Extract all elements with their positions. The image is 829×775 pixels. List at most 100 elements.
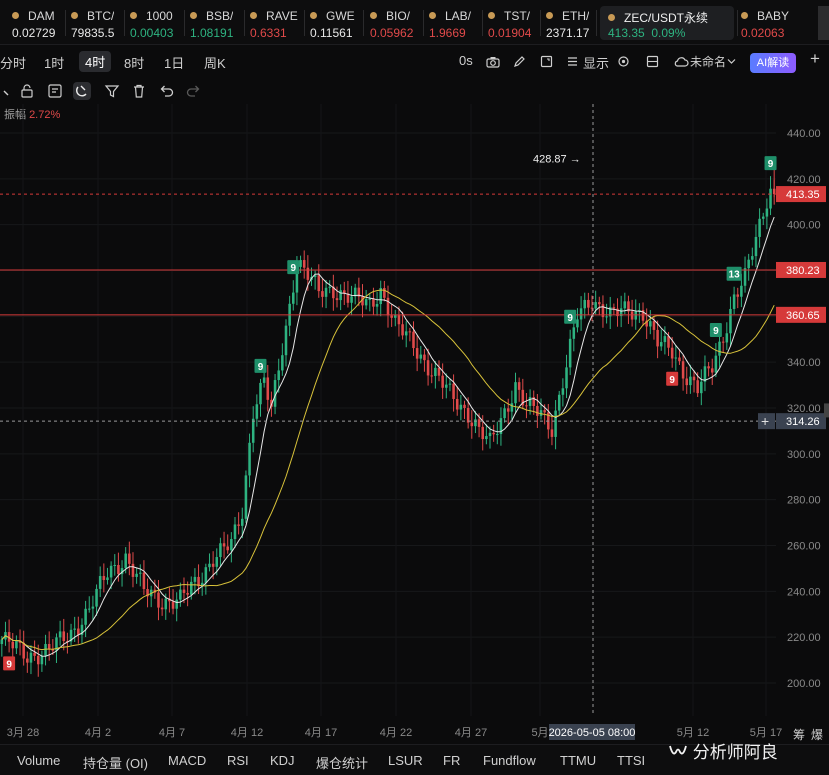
candle-body (623, 301, 627, 309)
filter-icon[interactable] (103, 82, 121, 100)
candle-body (594, 302, 597, 309)
coin-icon (370, 12, 377, 19)
display-icon[interactable] (566, 55, 579, 68)
candle-body (157, 592, 160, 608)
ticker-symbol: 1000 (130, 9, 173, 23)
tab-timeframe-8h[interactable]: 8时 (124, 53, 144, 72)
chart-canvas[interactable]: 200.00220.00240.00260.00280.00300.00320.… (0, 104, 829, 744)
candle-body (222, 543, 226, 547)
high-price-annotation: 428.87 → (533, 154, 581, 166)
candle-body (670, 347, 674, 359)
tab-volume[interactable]: Volume (17, 753, 60, 768)
magnet-icon[interactable] (73, 82, 91, 100)
tab-timeframe-line[interactable]: 分时 (0, 53, 26, 72)
lock-icon[interactable] (18, 82, 36, 100)
tab-ttsi[interactable]: TTSI (617, 753, 645, 768)
watermark-text: 分析师阿良 (692, 743, 778, 762)
tab-rsi[interactable]: RSI (227, 753, 249, 768)
layout-name[interactable]: 未命名 (690, 53, 726, 70)
pencil-icon[interactable] (513, 55, 526, 68)
layout-icon[interactable] (646, 55, 659, 68)
cursor-icon[interactable] (0, 82, 18, 100)
cloud-icon[interactable] (673, 56, 689, 68)
candlestick-chart[interactable]: 振幅 2.72% 200.00 220.00 240.00 260.00 280.00 3… (0, 104, 829, 744)
ticker-price: 0.6331 (250, 26, 287, 40)
chevron-down-icon[interactable] (727, 58, 736, 65)
x-tick-label: 4月 27 (455, 727, 487, 739)
camera-icon[interactable] (486, 56, 500, 68)
tab-timeframe-week[interactable]: 周K (204, 53, 226, 72)
ticker-separator (124, 10, 125, 36)
candle-body (29, 652, 33, 663)
x-tick-label: 5月 (531, 727, 548, 739)
candle-body (481, 426, 484, 440)
candle-body (758, 218, 761, 237)
tab-macd[interactable]: MACD (168, 753, 206, 768)
candle-body (506, 408, 510, 412)
coin-icon (130, 12, 137, 19)
tab-timeframe-4h[interactable]: 4时 (79, 51, 112, 72)
candle-body (237, 524, 240, 526)
candle-body (539, 410, 543, 416)
svg-text:360.65: 360.65 (786, 310, 820, 322)
ticker-active[interactable]: ZEC/USDT永续 413.35 0.09% (600, 6, 734, 40)
candle-body (718, 341, 721, 356)
candle-body (98, 576, 102, 589)
candle-body (667, 336, 670, 348)
tab-liquidation-stats[interactable]: 爆仓统计 (316, 753, 368, 772)
settings-icon[interactable] (617, 55, 630, 68)
ticker-symbol: BABY (741, 9, 789, 23)
expand-icon[interactable] (540, 55, 553, 68)
candle-body (186, 592, 189, 595)
display-label[interactable]: 显示 (583, 53, 609, 72)
candle-body (15, 640, 18, 649)
candle-body (470, 422, 474, 427)
add-button[interactable]: + (810, 49, 820, 69)
candle-body (324, 287, 328, 297)
candle-body (412, 331, 415, 349)
candle-body (189, 581, 193, 595)
ticker-baby[interactable]: BABY 0.02063 (741, 6, 801, 40)
redo-icon[interactable] (185, 82, 203, 100)
x-tick-label: 4月 22 (380, 727, 412, 739)
candle-body (135, 573, 138, 577)
ticker-price: 413.35 0.09% (608, 26, 686, 40)
ai-interpret-button[interactable]: AI解读 (750, 53, 796, 73)
tab-ttmu[interactable]: TTMU (560, 753, 596, 768)
candle-body (503, 408, 506, 419)
ticker-separator (423, 10, 424, 36)
candle-body (284, 325, 288, 356)
ticker-symbol: BIO/ (370, 9, 410, 23)
ticker-scrollbar[interactable] (818, 6, 829, 40)
x-tick-label: 4月 17 (305, 727, 337, 739)
candle-body (44, 643, 47, 656)
tab-lsur[interactable]: LSUR (388, 753, 423, 768)
candle-body (248, 442, 251, 476)
trash-icon[interactable] (130, 82, 148, 100)
ticker-price: 1.08191 (190, 26, 234, 40)
tab-fr[interactable]: FR (443, 753, 460, 768)
tab-kdj[interactable]: KDJ (270, 753, 295, 768)
ticker-symbol: DAM (12, 9, 55, 23)
candle-body (0, 639, 4, 645)
watermark: 分析师阿良 (668, 738, 778, 763)
candle-body (138, 572, 142, 574)
candle-body (769, 188, 772, 209)
tab-timeframe-1h[interactable]: 1时 (44, 53, 64, 72)
tab-fundflow[interactable]: Fundflow (483, 753, 536, 768)
candle-body (576, 319, 579, 328)
candle-body (579, 308, 583, 320)
ticker-symbol: TST/ (488, 9, 530, 23)
tab-open-interest[interactable]: 持仓量 (OI) (83, 753, 148, 772)
template-icon[interactable] (46, 82, 64, 100)
y-tick-label: 420.00 (787, 174, 821, 186)
ticker-symbol: LAB/ (429, 9, 471, 23)
undo-icon[interactable] (157, 82, 175, 100)
liquidation-button[interactable]: 爆 (811, 726, 823, 743)
chip-distribution-button[interactable]: 筹 (793, 726, 805, 743)
wechat-channel-icon (669, 745, 687, 755)
td-marker-label: 13 (729, 270, 741, 281)
candle-body (649, 321, 652, 327)
tab-timeframe-1d[interactable]: 1日 (164, 53, 184, 72)
candle-body (226, 546, 229, 551)
